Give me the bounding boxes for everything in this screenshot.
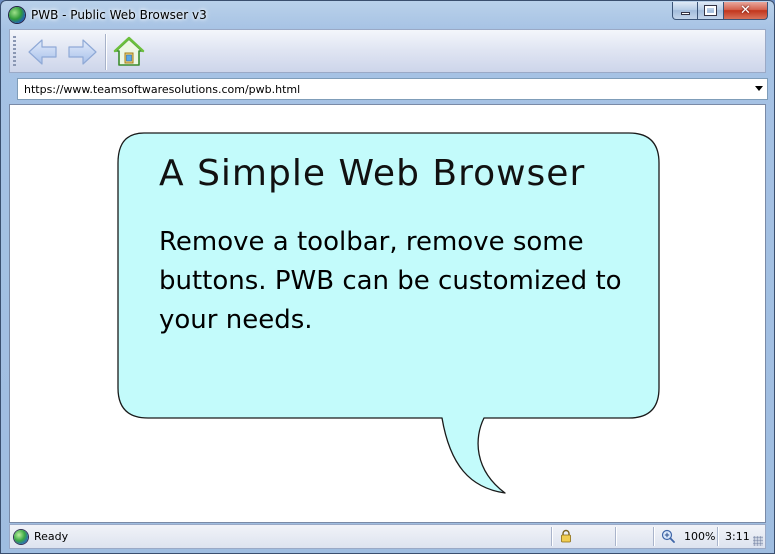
forward-arrow-icon	[68, 39, 97, 65]
minimize-icon	[681, 12, 690, 15]
lock-icon	[561, 529, 571, 543]
zoom-icon[interactable]	[661, 529, 675, 543]
address-dropdown-icon[interactable]	[755, 86, 763, 91]
close-button[interactable]: ✕	[724, 2, 768, 20]
status-divider	[615, 527, 617, 546]
navigation-toolbar	[9, 29, 766, 73]
status-text: Ready	[34, 530, 69, 543]
home-button[interactable]	[113, 36, 145, 68]
globe-status-icon	[14, 530, 28, 544]
status-divider	[653, 527, 655, 546]
browser-window: PWB - Public Web Browser v3 ✕ https://ww…	[0, 0, 775, 554]
status-divider	[717, 527, 719, 546]
back-arrow-icon	[28, 39, 57, 65]
maximize-icon	[704, 5, 717, 16]
web-content[interactable]: A Simple Web Browser Remove a toolbar, r…	[9, 104, 766, 523]
bubble-text: Remove a toolbar, remove some buttons. P…	[159, 227, 622, 335]
back-button[interactable]	[27, 36, 59, 68]
minimize-button[interactable]	[672, 2, 698, 20]
window-title: PWB - Public Web Browser v3	[31, 8, 207, 22]
toolbar-grip[interactable]	[13, 36, 16, 66]
bubble-title: A Simple Web Browser	[159, 153, 586, 194]
toolbar-separator	[105, 34, 107, 70]
status-bar: Ready 100% 3:11	[9, 524, 766, 549]
zoom-level[interactable]: 100%	[684, 530, 715, 543]
url-input[interactable]	[18, 79, 743, 99]
title-bar[interactable]: PWB - Public Web Browser v3 ✕	[1, 1, 774, 29]
maximize-button[interactable]	[698, 2, 724, 20]
globe-icon	[9, 7, 25, 23]
forward-button[interactable]	[66, 36, 98, 68]
close-icon: ✕	[740, 3, 751, 18]
home-icon	[113, 36, 145, 66]
caption-buttons: ✕	[672, 2, 768, 21]
status-divider	[551, 527, 553, 546]
address-bar[interactable]	[17, 78, 768, 100]
status-time: 3:11	[725, 530, 750, 543]
resize-grip[interactable]	[753, 536, 763, 546]
